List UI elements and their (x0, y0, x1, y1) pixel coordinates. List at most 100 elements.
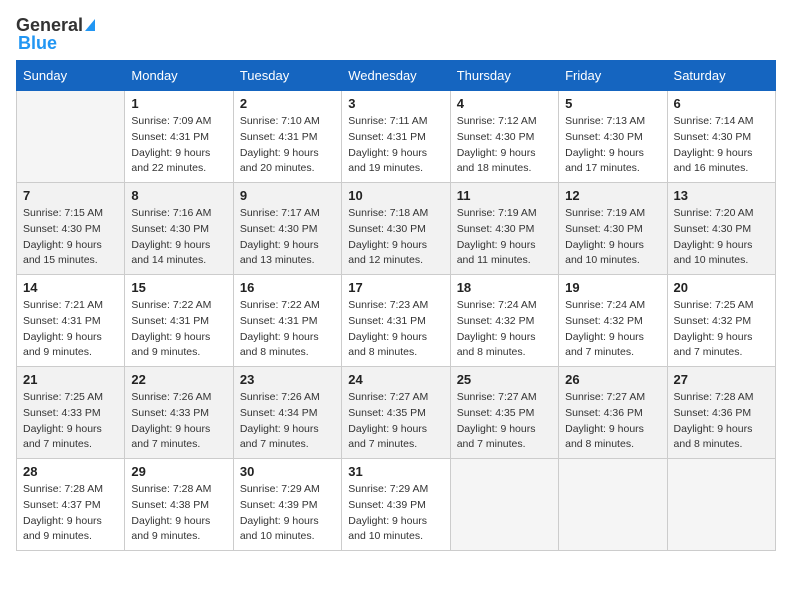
day-number: 5 (565, 96, 660, 111)
day-info: Sunrise: 7:26 AMSunset: 4:34 PMDaylight:… (240, 390, 335, 453)
day-cell (559, 459, 667, 551)
day-info: Sunrise: 7:24 AMSunset: 4:32 PMDaylight:… (457, 298, 552, 361)
day-cell: 30Sunrise: 7:29 AMSunset: 4:39 PMDayligh… (233, 459, 341, 551)
logo-triangle-icon (85, 19, 95, 31)
col-header-sunday: Sunday (17, 61, 125, 91)
logo: General Blue (16, 16, 95, 52)
day-info: Sunrise: 7:28 AMSunset: 4:37 PMDaylight:… (23, 482, 118, 545)
day-info: Sunrise: 7:17 AMSunset: 4:30 PMDaylight:… (240, 206, 335, 269)
col-header-saturday: Saturday (667, 61, 775, 91)
day-info: Sunrise: 7:19 AMSunset: 4:30 PMDaylight:… (457, 206, 552, 269)
day-info: Sunrise: 7:27 AMSunset: 4:35 PMDaylight:… (348, 390, 443, 453)
day-info: Sunrise: 7:14 AMSunset: 4:30 PMDaylight:… (674, 114, 769, 177)
day-number: 12 (565, 188, 660, 203)
day-info: Sunrise: 7:27 AMSunset: 4:36 PMDaylight:… (565, 390, 660, 453)
day-number: 7 (23, 188, 118, 203)
day-number: 29 (131, 464, 226, 479)
day-info: Sunrise: 7:29 AMSunset: 4:39 PMDaylight:… (348, 482, 443, 545)
day-cell: 12 Sunrise: 7:19 AMSunset: 4:30 PMDayligh… (559, 183, 667, 275)
day-cell: 13 Sunrise: 7:20 AMSunset: 4:30 PMDayligh… (667, 183, 775, 275)
logo-text-general: General (16, 16, 83, 34)
day-number: 13 (674, 188, 769, 203)
day-info: Sunrise: 7:23 AMSunset: 4:31 PMDaylight:… (348, 298, 443, 361)
day-number: 14 (23, 280, 118, 295)
logo-text-blue: Blue (18, 34, 57, 52)
day-info: Sunrise: 7:20 AMSunset: 4:30 PMDaylight:… (674, 206, 769, 269)
day-info: Sunrise: 7:25 AMSunset: 4:32 PMDaylight:… (674, 298, 769, 361)
day-number: 26 (565, 372, 660, 387)
day-cell: 14 Sunrise: 7:21 AMSunset: 4:31 PMDayligh… (17, 275, 125, 367)
day-cell: 25 Sunrise: 7:27 AMSunset: 4:35 PMDayligh… (450, 367, 558, 459)
day-number: 23 (240, 372, 335, 387)
col-header-friday: Friday (559, 61, 667, 91)
day-cell: 24 Sunrise: 7:27 AMSunset: 4:35 PMDayligh… (342, 367, 450, 459)
day-number: 10 (348, 188, 443, 203)
day-cell: 4Sunrise: 7:12 AMSunset: 4:30 PMDaylight… (450, 91, 558, 183)
day-info: Sunrise: 7:11 AMSunset: 4:31 PMDaylight:… (348, 114, 443, 177)
day-number: 27 (674, 372, 769, 387)
day-cell: 10 Sunrise: 7:18 AMSunset: 4:30 PMDayligh… (342, 183, 450, 275)
day-info: Sunrise: 7:13 AMSunset: 4:30 PMDaylight:… (565, 114, 660, 177)
day-info: Sunrise: 7:22 AMSunset: 4:31 PMDaylight:… (240, 298, 335, 361)
day-number: 25 (457, 372, 552, 387)
col-header-tuesday: Tuesday (233, 61, 341, 91)
calendar-table: SundayMondayTuesdayWednesdayThursdayFrid… (16, 60, 776, 551)
day-number: 1 (131, 96, 226, 111)
day-cell: 19 Sunrise: 7:24 AMSunset: 4:32 PMDayligh… (559, 275, 667, 367)
week-row-4: 21Sunrise: 7:25 AMSunset: 4:33 PMDayligh… (17, 367, 776, 459)
day-number: 31 (348, 464, 443, 479)
day-number: 20 (674, 280, 769, 295)
day-cell: 18 Sunrise: 7:24 AMSunset: 4:32 PMDayligh… (450, 275, 558, 367)
day-info: Sunrise: 7:19 AMSunset: 4:30 PMDaylight:… (565, 206, 660, 269)
week-row-1: 1 Sunrise: 7:09 AMSunset: 4:31 PMDaylight… (17, 91, 776, 183)
day-number: 19 (565, 280, 660, 295)
day-cell: 31 Sunrise: 7:29 AMSunset: 4:39 PMDayligh… (342, 459, 450, 551)
day-cell (667, 459, 775, 551)
page-header: General Blue (16, 16, 776, 52)
day-number: 16 (240, 280, 335, 295)
day-number: 24 (348, 372, 443, 387)
day-number: 6 (674, 96, 769, 111)
day-info: Sunrise: 7:15 AMSunset: 4:30 PMDaylight:… (23, 206, 118, 269)
day-number: 17 (348, 280, 443, 295)
day-cell: 22Sunrise: 7:26 AMSunset: 4:33 PMDayligh… (125, 367, 233, 459)
day-cell: 27Sunrise: 7:28 AMSunset: 4:36 PMDayligh… (667, 367, 775, 459)
day-number: 18 (457, 280, 552, 295)
day-cell: 26 Sunrise: 7:27 AMSunset: 4:36 PMDayligh… (559, 367, 667, 459)
day-number: 2 (240, 96, 335, 111)
day-number: 11 (457, 188, 552, 203)
day-info: Sunrise: 7:21 AMSunset: 4:31 PMDaylight:… (23, 298, 118, 361)
day-cell: 15Sunrise: 7:22 AMSunset: 4:31 PMDayligh… (125, 275, 233, 367)
day-info: Sunrise: 7:10 AMSunset: 4:31 PMDaylight:… (240, 114, 335, 177)
day-cell: 21Sunrise: 7:25 AMSunset: 4:33 PMDayligh… (17, 367, 125, 459)
day-info: Sunrise: 7:25 AMSunset: 4:33 PMDaylight:… (23, 390, 118, 453)
col-header-thursday: Thursday (450, 61, 558, 91)
day-info: Sunrise: 7:18 AMSunset: 4:30 PMDaylight:… (348, 206, 443, 269)
day-info: Sunrise: 7:24 AMSunset: 4:32 PMDaylight:… (565, 298, 660, 361)
day-info: Sunrise: 7:09 AMSunset: 4:31 PMDaylight:… (131, 114, 226, 177)
week-row-2: 7 Sunrise: 7:15 AMSunset: 4:30 PMDaylight… (17, 183, 776, 275)
day-cell: 8Sunrise: 7:16 AMSunset: 4:30 PMDaylight… (125, 183, 233, 275)
day-cell: 9 Sunrise: 7:17 AMSunset: 4:30 PMDaylight… (233, 183, 341, 275)
day-cell: 5 Sunrise: 7:13 AMSunset: 4:30 PMDaylight… (559, 91, 667, 183)
day-number: 30 (240, 464, 335, 479)
day-cell: 1 Sunrise: 7:09 AMSunset: 4:31 PMDaylight… (125, 91, 233, 183)
day-cell: 28 Sunrise: 7:28 AMSunset: 4:37 PMDayligh… (17, 459, 125, 551)
col-header-wednesday: Wednesday (342, 61, 450, 91)
day-cell (450, 459, 558, 551)
day-cell: 3 Sunrise: 7:11 AMSunset: 4:31 PMDaylight… (342, 91, 450, 183)
day-number: 28 (23, 464, 118, 479)
day-cell: 23 Sunrise: 7:26 AMSunset: 4:34 PMDayligh… (233, 367, 341, 459)
day-number: 3 (348, 96, 443, 111)
day-number: 15 (131, 280, 226, 295)
day-cell: 17 Sunrise: 7:23 AMSunset: 4:31 PMDayligh… (342, 275, 450, 367)
day-info: Sunrise: 7:16 AMSunset: 4:30 PMDaylight:… (131, 206, 226, 269)
day-cell: 16 Sunrise: 7:22 AMSunset: 4:31 PMDayligh… (233, 275, 341, 367)
col-header-monday: Monday (125, 61, 233, 91)
day-number: 9 (240, 188, 335, 203)
day-cell: 29Sunrise: 7:28 AMSunset: 4:38 PMDayligh… (125, 459, 233, 551)
day-info: Sunrise: 7:27 AMSunset: 4:35 PMDaylight:… (457, 390, 552, 453)
day-cell: 11 Sunrise: 7:19 AMSunset: 4:30 PMDayligh… (450, 183, 558, 275)
day-cell (17, 91, 125, 183)
day-number: 4 (457, 96, 552, 111)
